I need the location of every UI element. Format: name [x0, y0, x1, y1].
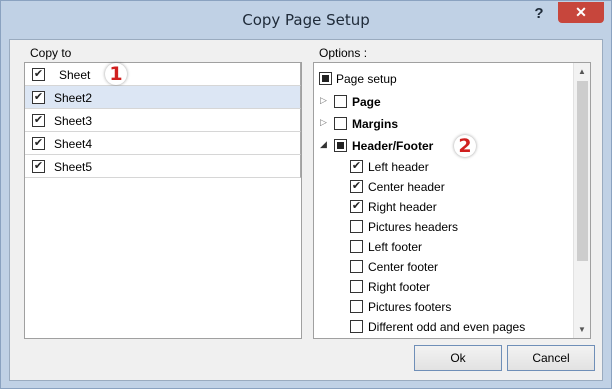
tree-item-center-footer[interactable]: Center footer [314, 257, 572, 277]
margins-checkbox[interactable] [334, 117, 347, 130]
sheet-row-sheet3[interactable]: Sheet3 [25, 109, 301, 132]
tree-item-label: Right footer [368, 280, 431, 294]
expand-arrow-icon[interactable]: ▷ [320, 95, 327, 106]
left-footer-checkbox[interactable] [350, 240, 363, 253]
step-marker-2: 2 [454, 135, 476, 157]
tree-item-right-footer[interactable]: Right footer [314, 277, 572, 297]
tree-item-label: Margins [352, 117, 399, 131]
tree-item-label: Center footer [368, 260, 439, 274]
tree-item-margins[interactable]: ▷ Margins [314, 114, 572, 134]
sheet-row-sheet[interactable]: Sheet 1 [25, 63, 301, 86]
dialog-title: Copy Page Setup [242, 11, 370, 29]
scroll-up-arrow-icon[interactable]: ▲ [574, 63, 590, 80]
tree-item-label: Pictures footers [368, 300, 452, 314]
tree-item-page-setup[interactable]: Page setup [314, 69, 572, 89]
copy-page-setup-dialog: Copy Page Setup ? ✕ Copy to Options : Sh… [0, 0, 612, 389]
sheet-name: Sheet3 [54, 114, 93, 128]
page-setup-checkbox[interactable] [319, 72, 332, 85]
right-footer-checkbox[interactable] [350, 280, 363, 293]
tree-item-left-header[interactable]: Left header [314, 157, 572, 177]
options-label: Options : [317, 46, 370, 60]
tree-item-different-odd-even[interactable]: Different odd and even pages [314, 317, 572, 337]
center-header-checkbox[interactable] [350, 180, 363, 193]
sheet-name: Sheet [59, 68, 91, 82]
tree-item-label: Header/Footer [352, 139, 434, 153]
sheet-name: Sheet2 [54, 91, 93, 105]
tree-item-label: Right header [368, 200, 437, 214]
options-tree[interactable]: Page setup ▷ Page ▷ Margins ◢ Header/Foo… [313, 62, 591, 339]
left-header-checkbox[interactable] [350, 160, 363, 173]
sheet-row-sheet5[interactable]: Sheet5 [25, 155, 301, 178]
cancel-button[interactable]: Cancel [507, 345, 595, 371]
sheet-row-sheet4[interactable]: Sheet4 [25, 132, 301, 155]
scroll-down-arrow-icon[interactable]: ▼ [574, 321, 590, 338]
tree-item-header-footer[interactable]: ◢ Header/Footer 2 [314, 135, 572, 157]
pictures-footers-checkbox[interactable] [350, 300, 363, 313]
ok-button[interactable]: Ok [414, 345, 502, 371]
collapse-arrow-icon[interactable]: ◢ [320, 139, 327, 150]
tree-item-left-footer[interactable]: Left footer [314, 237, 572, 257]
tree-item-label: Pictures headers [368, 220, 459, 234]
tree-item-right-header[interactable]: Right header [314, 197, 572, 217]
tree-item-label: Left footer [368, 240, 423, 254]
close-button[interactable]: ✕ [558, 2, 604, 23]
expand-arrow-icon[interactable]: ▷ [320, 117, 327, 128]
sheet-checkbox[interactable] [32, 91, 45, 104]
scroll-thumb[interactable] [577, 81, 588, 261]
options-scrollbar[interactable]: ▲ ▼ [573, 63, 590, 338]
page-checkbox[interactable] [334, 95, 347, 108]
header-footer-checkbox[interactable] [334, 139, 347, 152]
tree-item-label: Center header [368, 180, 445, 194]
sheet-name: Sheet5 [54, 160, 93, 174]
sheet-checkbox[interactable] [32, 114, 45, 127]
tree-item-label: Left header [368, 160, 429, 174]
sheet-name: Sheet4 [54, 137, 93, 151]
right-header-checkbox[interactable] [350, 200, 363, 213]
copy-to-label: Copy to [28, 46, 74, 60]
title-bar[interactable]: Copy Page Setup ? ✕ [1, 1, 611, 39]
sheet-list[interactable]: Sheet 1 Sheet2 Sheet3 Sheet4 Sheet5 [24, 62, 302, 339]
different-odd-even-checkbox[interactable] [350, 320, 363, 333]
sheet-checkbox[interactable] [32, 137, 45, 150]
tree-item-page[interactable]: ▷ Page [314, 92, 572, 112]
tree-item-center-header[interactable]: Center header [314, 177, 572, 197]
tree-item-pictures-headers[interactable]: Pictures headers [314, 217, 572, 237]
tree-item-label: Page [352, 95, 381, 109]
step-marker-1: 1 [105, 63, 127, 85]
pictures-headers-checkbox[interactable] [350, 220, 363, 233]
center-footer-checkbox[interactable] [350, 260, 363, 273]
sheet-checkbox[interactable] [32, 68, 45, 81]
tree-item-pictures-footers[interactable]: Pictures footers [314, 297, 572, 317]
sheet-row-sheet2[interactable]: Sheet2 [25, 86, 301, 109]
sheet-checkbox[interactable] [32, 160, 45, 173]
tree-item-label: Page setup [336, 72, 397, 86]
help-button[interactable]: ? [521, 3, 557, 27]
tree-item-label: Different odd and even pages [368, 320, 526, 334]
dialog-body: Copy to Options : Sheet 1 Sheet2 Sheet3 … [9, 39, 603, 381]
